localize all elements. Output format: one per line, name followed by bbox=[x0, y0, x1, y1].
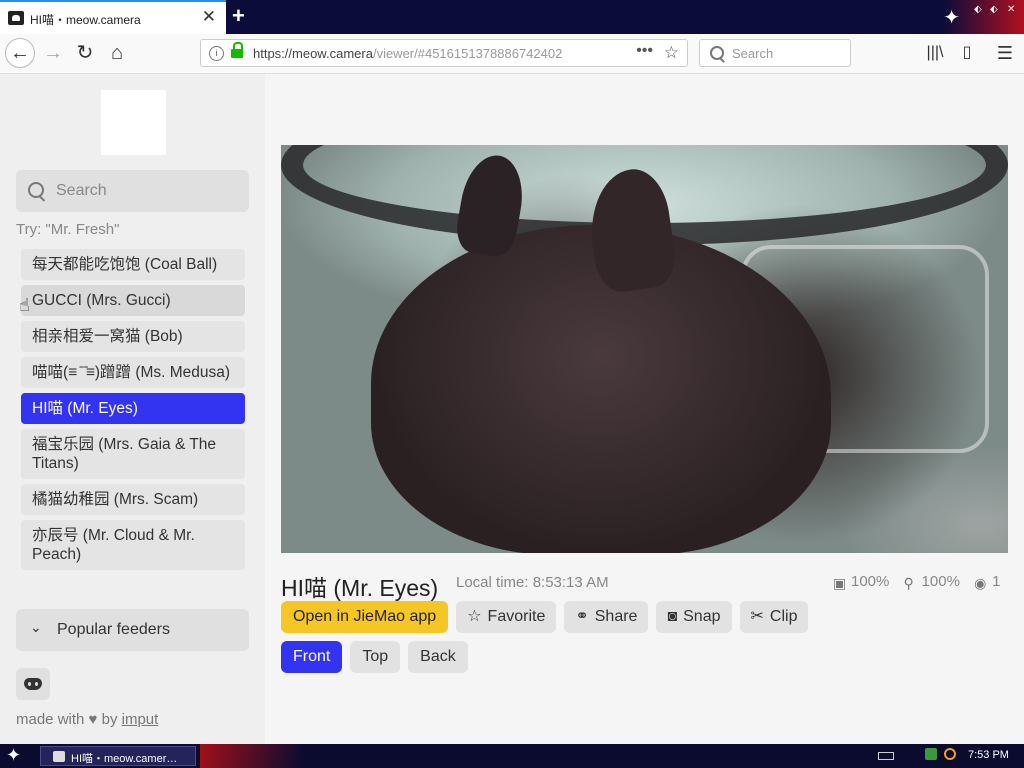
camera-search-input[interactable] bbox=[56, 170, 236, 212]
viewer-stat: ◉ 1 bbox=[974, 573, 1000, 590]
home-button[interactable]: ⌂ bbox=[102, 38, 132, 68]
popular-feeders-toggle[interactable]: ⌄ Popular feeders bbox=[16, 609, 249, 651]
url-bar[interactable]: i https://meow.camera/viewer/#4516151378… bbox=[200, 39, 688, 67]
view-top-button[interactable]: Top bbox=[350, 641, 401, 673]
snap-label: Snap bbox=[683, 608, 721, 625]
bookmark-star-icon[interactable]: ☆ bbox=[664, 43, 679, 63]
scissors-icon: ✂ bbox=[750, 608, 764, 625]
camera-list-item[interactable]: GUCCI (Mrs. Gucci) bbox=[21, 285, 245, 316]
star-icon: ☆ bbox=[467, 608, 482, 625]
popular-feeders-label: Popular feeders bbox=[57, 621, 170, 638]
browser-nav-bar: ← → ↻ ⌂ i https://meow.camera/viewer/#45… bbox=[0, 34, 1024, 74]
search-hint: Try: "Mr. Fresh" bbox=[16, 221, 120, 238]
url-path: /viewer/#4516151378886742402 bbox=[372, 46, 563, 61]
favorite-button[interactable]: ☆ Favorite bbox=[456, 601, 557, 633]
camera-list: 每天都能吃饱饱 (Coal Ball) GUCCI (Mrs. Gucci) 相亲相… bbox=[21, 249, 245, 575]
camera-list-item[interactable]: 福宝乐园 (Mrs. Gaia & The Titans) bbox=[21, 429, 245, 479]
favorite-label: Favorite bbox=[487, 608, 546, 625]
camera-list-item[interactable]: 每天都能吃饱饱 (Coal Ball) bbox=[21, 249, 245, 280]
browser-tab-bar: HI喵・meow.camera ✕ + ✦ ⬖ ⬖ ✕ bbox=[0, 0, 1024, 34]
window-maximize-button[interactable]: ⬖ bbox=[990, 4, 998, 15]
heart-icon: ♥ bbox=[88, 711, 98, 728]
action-buttons: Open in JieMao app ☆ Favorite ⚭ Share ◙ Sna… bbox=[281, 601, 809, 633]
cat-favicon-icon bbox=[53, 751, 65, 762]
hand-cursor-icon: ☝ bbox=[19, 295, 30, 315]
link-icon: ⚭ bbox=[575, 608, 589, 625]
discord-icon bbox=[24, 678, 42, 690]
back-button[interactable]: ← bbox=[5, 38, 35, 68]
window-minimize-button[interactable]: ⬖ bbox=[974, 4, 982, 15]
camera-list-item[interactable]: 喵喵(≡ ̄ ̄≡)蹭蹭 (Ms. Medusa) bbox=[21, 357, 245, 388]
taskbar-window-button[interactable]: HI喵・meow.camer… bbox=[40, 746, 196, 766]
network-tray-icon[interactable] bbox=[925, 748, 937, 760]
local-time: Local time: 8:53:13 AM bbox=[456, 574, 609, 591]
taskbar-clock[interactable]: 7:53 PM bbox=[968, 749, 1009, 761]
start-star-icon[interactable]: ✦ bbox=[6, 745, 21, 766]
url-host: https://meow.camera bbox=[253, 46, 373, 61]
camera-search[interactable] bbox=[16, 170, 249, 212]
camera-icon: ◙ bbox=[667, 608, 678, 625]
food-storage-icon: ▣ bbox=[833, 575, 847, 591]
search-tray-icon[interactable] bbox=[944, 748, 956, 760]
camera-list-item[interactable]: 相亲相爱一窝猫 (Bob) bbox=[21, 321, 245, 352]
camera-list-item[interactable]: 橘猫幼稚园 (Mrs. Scam) bbox=[21, 484, 245, 515]
sidebar-toggle-icon[interactable]: ▯ bbox=[952, 38, 982, 68]
camera-view-switcher: Front Top Back bbox=[281, 641, 468, 673]
discord-button[interactable] bbox=[16, 668, 50, 700]
url-text[interactable]: https://meow.camera/viewer/#451615137888… bbox=[253, 46, 562, 61]
browser-search-placeholder: Search bbox=[732, 46, 774, 61]
author-link[interactable]: imput bbox=[122, 711, 159, 728]
view-back-button[interactable]: Back bbox=[408, 641, 468, 673]
credit-line: made with ♥ by imput bbox=[16, 711, 158, 728]
taskbar-decoration bbox=[200, 744, 320, 768]
camera-list-item[interactable]: HI喵 (Mr. Eyes) bbox=[21, 393, 245, 424]
food-level: 100% bbox=[851, 573, 890, 590]
browser-search-box[interactable]: Search bbox=[699, 39, 851, 67]
snap-button[interactable]: ◙ Snap bbox=[656, 601, 732, 633]
info-icon[interactable]: i bbox=[209, 46, 224, 61]
camera-list-item[interactable]: 亦辰号 (Mr. Cloud & Mr. Peach) bbox=[21, 520, 245, 570]
treat-stat: ⚲ 100% bbox=[904, 573, 960, 590]
credit-prefix: made with bbox=[16, 711, 85, 728]
taskbar-window-label: HI喵・meow.camer… bbox=[71, 753, 178, 765]
close-tab-icon[interactable]: ✕ bbox=[202, 7, 216, 27]
window-close-button[interactable]: ✕ bbox=[1007, 4, 1015, 15]
window-star-icon: ✦ bbox=[943, 7, 960, 29]
library-icon[interactable]: |||\ bbox=[920, 38, 950, 68]
share-label: Share bbox=[594, 608, 638, 625]
open-app-button[interactable]: Open in JieMao app bbox=[281, 601, 449, 633]
viewer-count: 1 bbox=[992, 573, 1001, 590]
forward-button[interactable]: → bbox=[38, 38, 68, 68]
clip-button[interactable]: ✂ Clip bbox=[739, 601, 809, 633]
camera-video-feed[interactable] bbox=[281, 145, 1008, 553]
keyboard-icon[interactable] bbox=[878, 752, 894, 760]
lock-icon[interactable] bbox=[231, 42, 243, 58]
camera-title: HI喵 (Mr. Eyes) bbox=[281, 575, 439, 601]
page-actions-icon[interactable]: ••• bbox=[636, 42, 653, 60]
clip-label: Clip bbox=[769, 608, 798, 625]
eye-icon: ◉ bbox=[974, 575, 987, 591]
treat-level: 100% bbox=[921, 573, 960, 590]
credit-by: by bbox=[101, 711, 118, 728]
os-taskbar: ✦ HI喵・meow.camer… 7:53 PM bbox=[0, 744, 1024, 768]
browser-tab[interactable]: HI喵・meow.camera ✕ bbox=[0, 0, 226, 34]
food-stat: ▣ 100% bbox=[833, 573, 889, 590]
page-content: Try: "Mr. Fresh" 每天都能吃饱饱 (Coal Ball) GUCC… bbox=[0, 74, 1024, 744]
search-icon bbox=[28, 182, 44, 198]
tab-title: HI喵・meow.camera bbox=[30, 13, 141, 27]
cat-favicon-icon bbox=[8, 11, 24, 25]
bone-icon: ⚲ bbox=[903, 575, 914, 591]
hamburger-menu-icon[interactable]: ☰ bbox=[990, 38, 1020, 68]
sidebar: Try: "Mr. Fresh" 每天都能吃饱饱 (Coal Ball) GUCC… bbox=[0, 74, 265, 744]
chevron-down-icon: ⌄ bbox=[30, 619, 42, 635]
site-logo[interactable] bbox=[101, 90, 166, 155]
share-button[interactable]: ⚭ Share bbox=[564, 601, 649, 633]
reload-button[interactable]: ↻ bbox=[70, 38, 100, 68]
search-icon bbox=[710, 46, 724, 60]
view-front-button[interactable]: Front bbox=[281, 641, 343, 673]
feeder-stats: ▣ 100% ⚲ 100% ◉ 1 bbox=[833, 573, 1000, 590]
new-tab-button[interactable]: + bbox=[232, 3, 245, 29]
